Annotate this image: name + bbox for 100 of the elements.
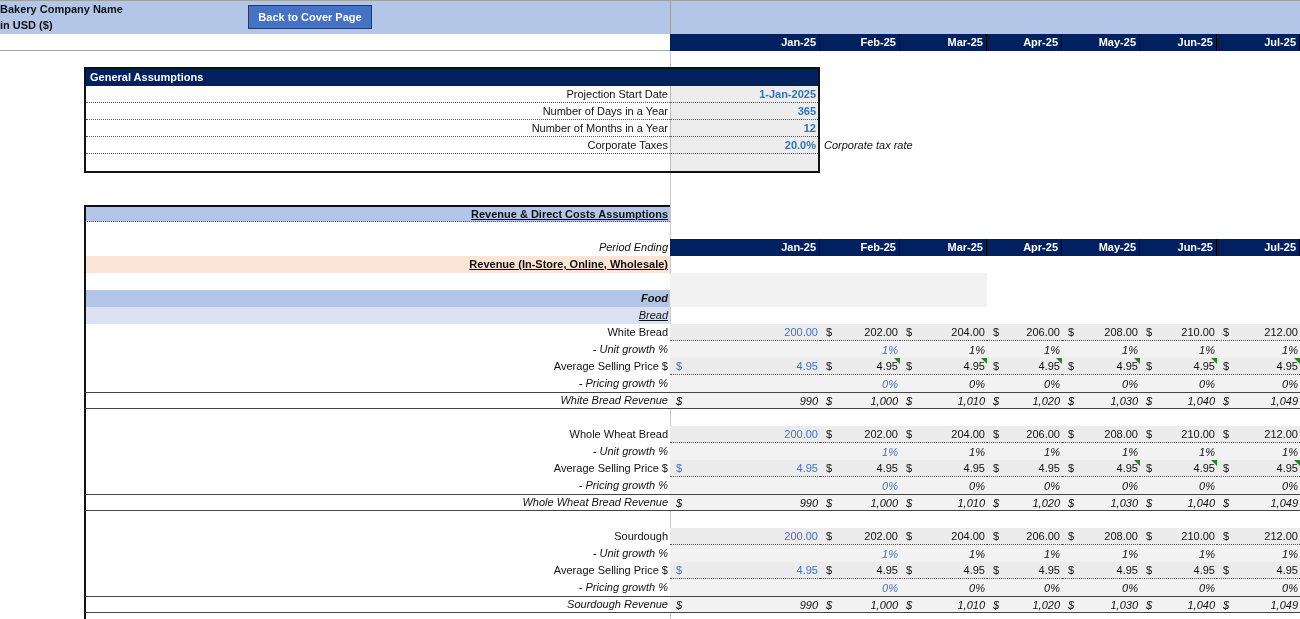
cell-value: 1%: [882, 547, 898, 560]
currency-symbol: $: [993, 326, 1000, 338]
currency-symbol: $: [1146, 598, 1153, 611]
currency-symbol: $: [993, 564, 1000, 576]
category-label: Food: [84, 290, 670, 307]
cell-value: 1,040: [1187, 496, 1215, 509]
currency-symbol: $: [1223, 360, 1230, 372]
cell-value: 206.00: [1026, 428, 1060, 440]
currency-symbol: $: [993, 598, 1000, 611]
currency-symbol: $: [1223, 394, 1230, 407]
cell-value: 990: [799, 496, 818, 509]
currency-symbol: $: [1146, 326, 1153, 338]
cell-value: 206.00: [1026, 530, 1060, 542]
cell-value: 1,040: [1187, 394, 1215, 407]
cell-value: 202.00: [864, 326, 898, 338]
cell-value: 4.95: [1116, 564, 1138, 576]
currency-symbol: $: [826, 462, 833, 474]
currency-symbol: $: [826, 394, 833, 407]
currency-symbol: $: [993, 496, 1000, 509]
currency-symbol: $: [906, 394, 913, 407]
cell-value: 0%: [969, 581, 985, 594]
cell-value: 1%: [882, 343, 898, 356]
currency-symbol: $: [1146, 360, 1153, 372]
month-header: Feb-25: [820, 239, 900, 256]
cell-value: 1%: [1044, 547, 1060, 560]
cell-value: 212.00: [1264, 428, 1298, 440]
cell-value: 4.95: [796, 462, 818, 474]
month-header: Mar-25: [900, 34, 987, 51]
cell-value: 4.95: [1038, 360, 1060, 372]
cell-value: 1%: [1199, 343, 1215, 356]
row-label: Whole Wheat Bread Revenue: [84, 494, 670, 511]
cell-value: 206.00: [1026, 326, 1060, 338]
currency-symbol: $: [906, 360, 913, 372]
month-header: Jan-25: [670, 34, 820, 51]
cell-value: 4.95: [1116, 462, 1138, 474]
currency-symbol: $: [1223, 564, 1230, 576]
back-to-cover-button[interactable]: Back to Cover Page: [248, 5, 372, 29]
cell-value: 1,020: [1032, 394, 1060, 407]
cell-value: 1%: [882, 445, 898, 458]
currency-symbol: $: [993, 394, 1000, 407]
cell-value: 0%: [1199, 377, 1215, 390]
cell-value: 1%: [1044, 343, 1060, 356]
cell-value: 0%: [882, 581, 898, 594]
currency-symbol: $: [826, 326, 833, 338]
cell-value: 204.00: [951, 428, 985, 440]
currency-label: in USD ($): [0, 18, 54, 33]
cell-value: 0%: [1199, 581, 1215, 594]
currency-symbol: $: [826, 598, 833, 611]
currency-symbol: $: [1223, 462, 1230, 474]
assumption-label: Number of Months in a Year: [86, 120, 670, 137]
assumption-value: 20.0%: [670, 137, 818, 154]
currency-symbol: $: [1146, 462, 1153, 474]
cell-value: 1%: [1282, 445, 1298, 458]
section-title: General Assumptions: [86, 69, 818, 86]
currency-symbol: $: [826, 496, 833, 509]
currency-symbol: $: [676, 360, 683, 372]
cell-value: 1,000: [870, 496, 898, 509]
currency-symbol: $: [906, 462, 913, 474]
cell-value: 204.00: [951, 530, 985, 542]
currency-symbol: $: [1068, 598, 1075, 611]
cell-value: 1,000: [870, 598, 898, 611]
currency-symbol: $: [1068, 564, 1075, 576]
cell-value: 990: [799, 394, 818, 407]
currency-symbol: $: [906, 530, 913, 542]
cell-value: 0%: [969, 377, 985, 390]
cell-value: 4.95: [1193, 462, 1215, 474]
cell-value: 208.00: [1104, 326, 1138, 338]
currency-symbol: $: [1068, 360, 1075, 372]
month-header: Apr-25: [987, 34, 1062, 51]
cell-value: 210.00: [1181, 530, 1215, 542]
cell-value: 208.00: [1104, 428, 1138, 440]
row-label: White Bread Revenue: [84, 392, 670, 409]
currency-symbol: $: [676, 462, 683, 474]
month-header: May-25: [1062, 34, 1140, 51]
revenue-heading: Revenue (In-Store, Online, Wholesale): [84, 256, 670, 273]
cell-value: 4.95: [963, 462, 985, 474]
currency-symbol: $: [1223, 496, 1230, 509]
cell-value: 0%: [1199, 479, 1215, 492]
cell-value: 200.00: [784, 530, 818, 542]
currency-symbol: $: [906, 428, 913, 440]
cell-value: 1,049: [1270, 394, 1298, 407]
cell-value: 1,049: [1270, 598, 1298, 611]
currency-symbol: $: [676, 394, 683, 407]
month-header: Jun-25: [1140, 34, 1217, 51]
cell-value: 200.00: [784, 326, 818, 338]
cell-value: 1%: [1199, 445, 1215, 458]
cell-value: 0%: [1044, 377, 1060, 390]
assumption-value: 1-Jan-2025: [670, 86, 818, 103]
currency-symbol: $: [826, 564, 833, 576]
cell-value: 4.95: [1038, 462, 1060, 474]
cell-value: 1%: [969, 547, 985, 560]
month-header: Feb-25: [820, 34, 900, 51]
currency-symbol: $: [1146, 394, 1153, 407]
cell-value: 204.00: [951, 326, 985, 338]
cell-value: 4.95: [1193, 360, 1215, 372]
cell-value: 1,020: [1032, 598, 1060, 611]
month-header: Jul-25: [1217, 34, 1300, 51]
month-header: May-25: [1062, 239, 1140, 256]
cell-value: 1,030: [1110, 598, 1138, 611]
currency-symbol: $: [993, 530, 1000, 542]
